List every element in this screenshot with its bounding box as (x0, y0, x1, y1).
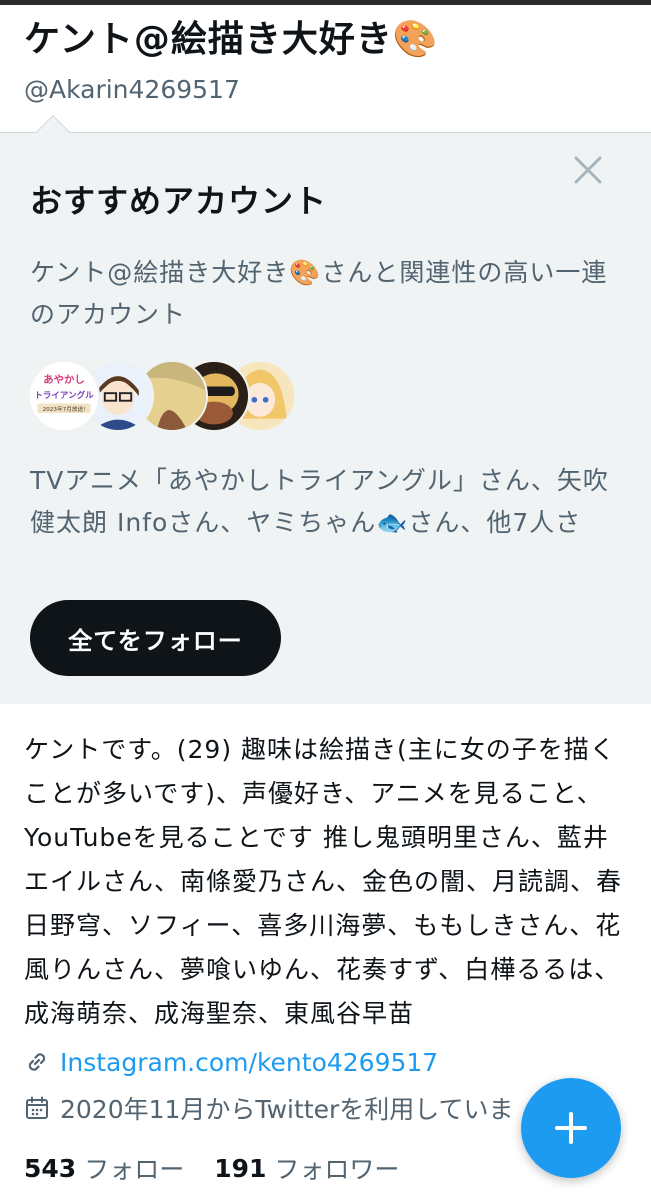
profile-website[interactable]: Instagram.com/kento4269517 (24, 1042, 438, 1082)
calendar-icon (24, 1095, 50, 1121)
follow-all-button[interactable]: 全てをフォロー (30, 600, 281, 676)
status-strip (0, 0, 651, 5)
followers-stat[interactable]: 191 フォロワー (214, 1150, 399, 1186)
avatar-ayakashi-triangle[interactable]: あやかし トライアングル 2023年7月放送! (28, 360, 100, 432)
link-icon (24, 1049, 50, 1075)
following-stat[interactable]: 543 フォロー (24, 1150, 184, 1186)
close-icon (574, 156, 602, 184)
followers-label: フォロワー (274, 1155, 400, 1184)
svg-text:2023年7月放送!: 2023年7月放送! (43, 405, 86, 413)
svg-text:あやかし: あやかし (43, 373, 85, 386)
follow-stats: 543 フォロー 191 フォロワー (24, 1148, 429, 1188)
recommendations-description: ケント@絵描き大好き🎨さんと関連性の高い一連のアカウント (30, 258, 608, 329)
recommended-avatars[interactable]: あやかし トライアングル 2023年7月放送! (28, 360, 298, 434)
compose-tweet-button[interactable] (521, 1078, 621, 1178)
profile-handle: @Akarin4269517 (24, 75, 240, 104)
website-link[interactable]: Instagram.com/kento4269517 (60, 1048, 438, 1077)
recommendations-title: おすすめアカウント (30, 182, 328, 220)
close-recommendations-button[interactable] (566, 148, 610, 192)
svg-text:トライアングル: トライアングル (34, 390, 94, 401)
profile-join-date: 2020年11月からTwitterを利用していま (24, 1088, 513, 1128)
profile-display-name: ケント@絵描き大好き🎨 (24, 19, 439, 60)
plus-icon (555, 1112, 587, 1144)
following-count: 543 (24, 1153, 77, 1183)
recommended-accounts-names[interactable]: TVアニメ「あやかしトライアングル」さん、矢吹健太朗 Infoさん、ヤミちゃん🐟… (30, 460, 630, 544)
join-date-text: 2020年11月からTwitterを利用していま (60, 1095, 514, 1124)
profile-bio: ケントです。(29) 趣味は絵描き(主に女の子を描くことが多いです)、声優好き、… (24, 735, 623, 1028)
following-label: フォロー (84, 1155, 185, 1184)
followers-count: 191 (214, 1153, 267, 1183)
